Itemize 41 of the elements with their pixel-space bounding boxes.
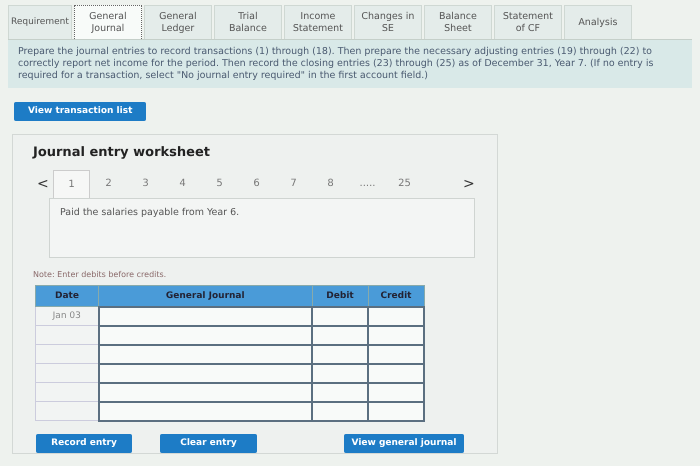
date-text: Jan 03 (52, 311, 81, 322)
tab[interactable]: General Journal (74, 5, 142, 39)
page-tab[interactable]: 6 (238, 170, 275, 198)
page-tab[interactable]: ..... (349, 170, 386, 198)
worksheet-title: Journal entry worksheet (33, 144, 211, 160)
account-input-field[interactable] (98, 306, 312, 326)
page-tab[interactable]: 4 (164, 170, 201, 198)
tab[interactable]: Requirement (8, 5, 72, 39)
credit-input-field[interactable] (368, 306, 424, 326)
page-tab[interactable]: 3 (127, 170, 164, 198)
action-button[interactable]: Clear entry (160, 434, 257, 453)
next-button[interactable]: > (457, 170, 479, 198)
tab[interactable]: Changes in SE (354, 5, 422, 39)
previous-button[interactable]: < (31, 170, 53, 198)
tab[interactable]: Statement of CF (494, 5, 562, 39)
page-tab[interactable]: 25 (386, 170, 423, 198)
transaction-text: Paid the salaries payable from Year 6. (60, 206, 240, 218)
action-button[interactable]: View general journal (344, 434, 464, 453)
action-button[interactable]: Record entry (36, 434, 132, 453)
date-cell (36, 364, 98, 383)
date-cell (36, 402, 98, 421)
note-text: Note: Enter debits before credits. (33, 270, 168, 279)
page-tab[interactable]: 8 (312, 170, 349, 198)
column-header: Debit (312, 285, 368, 307)
instructions-text: Prepare the journal entries to record transactions (1) through (18). Then prepare the necessary adjusting entries (19) through (22) to correctly report net income for the period. Then record the closing entries (23) through (25) as of December 31, Year 7. (If no entry is required for a transaction, select "No journal entry required" in the first account field.) (18, 46, 654, 81)
tab[interactable]: Trial Balance (214, 5, 282, 39)
view-transaction-list-button[interactable]: View transaction list (14, 102, 146, 121)
page-tab[interactable]: 7 (275, 170, 312, 198)
page-tab[interactable]: 2 (90, 170, 127, 198)
column-header: Date (36, 285, 98, 307)
tab[interactable]: Analysis (564, 5, 632, 39)
page-tab[interactable]: 5 (201, 170, 238, 198)
date-cell (36, 382, 98, 402)
column-header: Credit (368, 285, 424, 307)
date-cell (36, 344, 98, 364)
page-tab[interactable]: 1 (53, 170, 90, 198)
debit-input-field[interactable] (312, 306, 368, 326)
column-header: General Journal (98, 285, 312, 307)
tab[interactable]: Income Statement (284, 5, 352, 39)
tab[interactable]: Balance Sheet (424, 5, 492, 39)
tab[interactable]: General Ledger (144, 5, 212, 39)
